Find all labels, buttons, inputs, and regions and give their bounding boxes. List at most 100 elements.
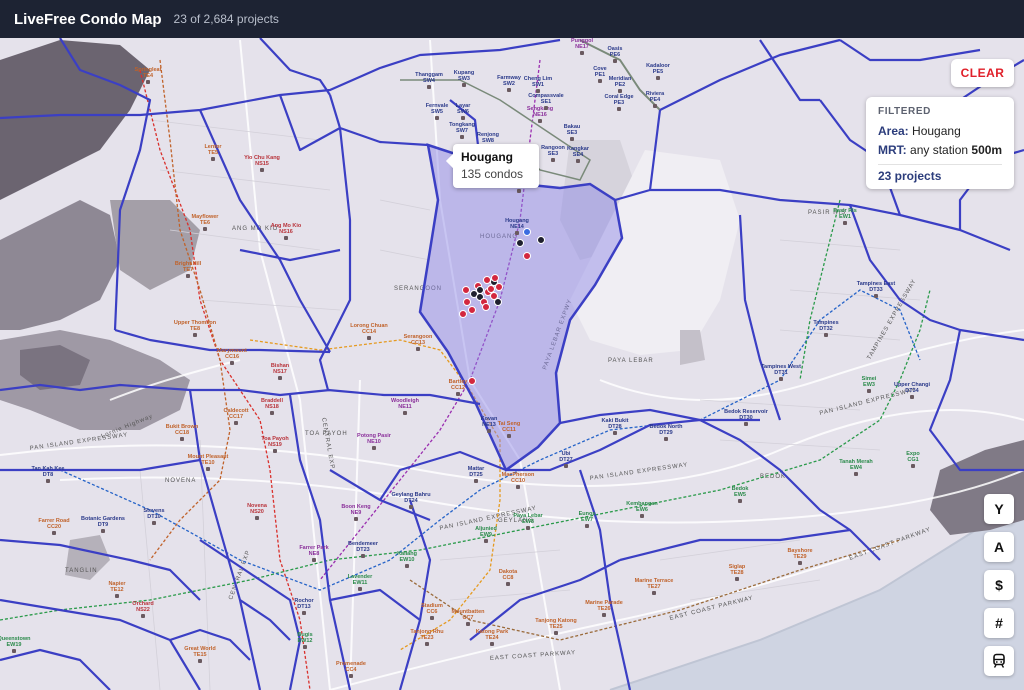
condo-marker[interactable] bbox=[491, 274, 499, 282]
station-code: EW11 bbox=[353, 580, 368, 586]
train-station-icon bbox=[146, 80, 150, 84]
train-station-icon bbox=[52, 531, 56, 535]
station-code: NE14 bbox=[510, 224, 525, 230]
train-station-icon bbox=[211, 157, 215, 161]
area-label-tanglin: TANGLIN bbox=[65, 568, 98, 574]
station-code: CC12 bbox=[451, 385, 465, 391]
train-station-icon bbox=[115, 594, 119, 598]
filter-total: 23 projects bbox=[878, 169, 942, 183]
station-code: EW19 bbox=[7, 642, 22, 648]
top-bar: LiveFree Condo Map 23 of 2,684 projects bbox=[0, 0, 1024, 38]
train-station-icon bbox=[515, 231, 519, 235]
condo-marker[interactable] bbox=[523, 252, 531, 260]
train-station-icon bbox=[487, 429, 491, 433]
station-code: EW12 bbox=[298, 638, 313, 644]
station-code: TE25 bbox=[549, 624, 562, 630]
station-code: NS17 bbox=[273, 369, 287, 375]
station-code: TE6 bbox=[200, 220, 210, 226]
station-code: NS16 bbox=[279, 229, 293, 235]
train-station-icon bbox=[526, 526, 530, 530]
station-code: TE24 bbox=[485, 635, 499, 641]
condo-marker[interactable] bbox=[495, 283, 503, 291]
train-station-icon bbox=[517, 189, 521, 193]
station-code: TE10 bbox=[201, 460, 214, 466]
station-code: NE10 bbox=[367, 439, 381, 445]
price-button[interactable]: $ bbox=[984, 570, 1014, 600]
station-code: DT29 bbox=[659, 430, 672, 436]
project-count: 23 of 2,684 projects bbox=[173, 12, 279, 26]
station-code: TE28 bbox=[730, 570, 743, 576]
station-code: PE1 bbox=[595, 72, 605, 78]
area-button[interactable]: A bbox=[984, 532, 1014, 562]
train-station-icon bbox=[12, 649, 16, 653]
station-code: EW8 bbox=[522, 519, 534, 525]
station-code: CC11 bbox=[502, 427, 516, 433]
station-code: TE5 bbox=[208, 150, 218, 156]
condo-marker[interactable] bbox=[462, 286, 470, 294]
condo-marker[interactable] bbox=[483, 276, 491, 284]
filter-divider bbox=[878, 164, 1002, 165]
train-station-icon bbox=[744, 422, 748, 426]
condo-marker[interactable] bbox=[468, 306, 476, 314]
train-station-icon bbox=[576, 159, 580, 163]
condo-marker[interactable] bbox=[537, 236, 545, 244]
train-station-icon bbox=[456, 392, 460, 396]
station-code: EW7 bbox=[581, 517, 593, 523]
condo-marker[interactable] bbox=[459, 310, 467, 318]
station-code: NS18 bbox=[265, 404, 279, 410]
train-station-icon bbox=[466, 622, 470, 626]
condo-marker[interactable] bbox=[476, 286, 484, 294]
station-code: DT30 bbox=[739, 415, 752, 421]
area-label-paya-lebar: PAYA LEBAR bbox=[608, 358, 654, 364]
station-code: DT34 bbox=[905, 388, 919, 394]
train-station-icon bbox=[664, 437, 668, 441]
train-station-icon bbox=[551, 158, 555, 162]
station-code: DT31 bbox=[774, 370, 787, 376]
train-station-icon bbox=[640, 514, 644, 518]
filter-area-value: Hougang bbox=[912, 124, 961, 138]
station-code: EW3 bbox=[863, 382, 875, 388]
station-code: TE23 bbox=[420, 635, 433, 641]
station-code: DT9 bbox=[98, 522, 108, 528]
train-station-icon bbox=[507, 88, 511, 92]
station-code: NE17 bbox=[575, 44, 589, 50]
train-station-icon bbox=[798, 561, 802, 565]
station-code: NS15 bbox=[255, 161, 269, 167]
train-station-icon bbox=[230, 361, 234, 365]
station-code: SE1 bbox=[541, 99, 551, 105]
condo-marker[interactable] bbox=[482, 303, 490, 311]
train-station-icon bbox=[843, 221, 847, 225]
train-station-icon bbox=[354, 517, 358, 521]
train-station-icon bbox=[652, 591, 656, 595]
condo-marker[interactable] bbox=[487, 285, 495, 293]
condo-marker[interactable] bbox=[516, 239, 524, 247]
train-icon bbox=[993, 653, 1005, 668]
station-code: DT28 bbox=[608, 424, 621, 430]
condo-marker[interactable] bbox=[463, 298, 471, 306]
train-station-icon bbox=[372, 446, 376, 450]
station-code: DT32 bbox=[819, 326, 832, 332]
train-station-icon bbox=[416, 347, 420, 351]
station-code: CC20 bbox=[47, 524, 61, 530]
mrt-button[interactable] bbox=[984, 646, 1014, 676]
units-button[interactable]: # bbox=[984, 608, 1014, 638]
clear-button[interactable]: CLEAR bbox=[951, 59, 1014, 87]
condo-marker[interactable] bbox=[494, 298, 502, 306]
station-code: TE26 bbox=[597, 606, 610, 612]
year-button[interactable]: Y bbox=[984, 494, 1014, 524]
station-code: TE4 bbox=[143, 73, 154, 79]
station-code: EW5 bbox=[734, 492, 746, 498]
train-station-icon bbox=[474, 479, 478, 483]
station-code: CC4 bbox=[345, 667, 357, 673]
station-code: SE3 bbox=[548, 151, 558, 157]
train-station-icon bbox=[284, 236, 288, 240]
station-code: DT25 bbox=[469, 472, 482, 478]
condo-marker[interactable] bbox=[468, 377, 476, 385]
train-station-icon bbox=[910, 395, 914, 399]
station-code: CC8 bbox=[502, 575, 513, 581]
station-code: CC13 bbox=[411, 340, 425, 346]
filter-mrt-label: MRT: bbox=[878, 143, 907, 157]
train-station-icon bbox=[602, 613, 606, 617]
station-code: DT24 bbox=[404, 498, 418, 504]
condo-marker[interactable] bbox=[523, 228, 531, 236]
